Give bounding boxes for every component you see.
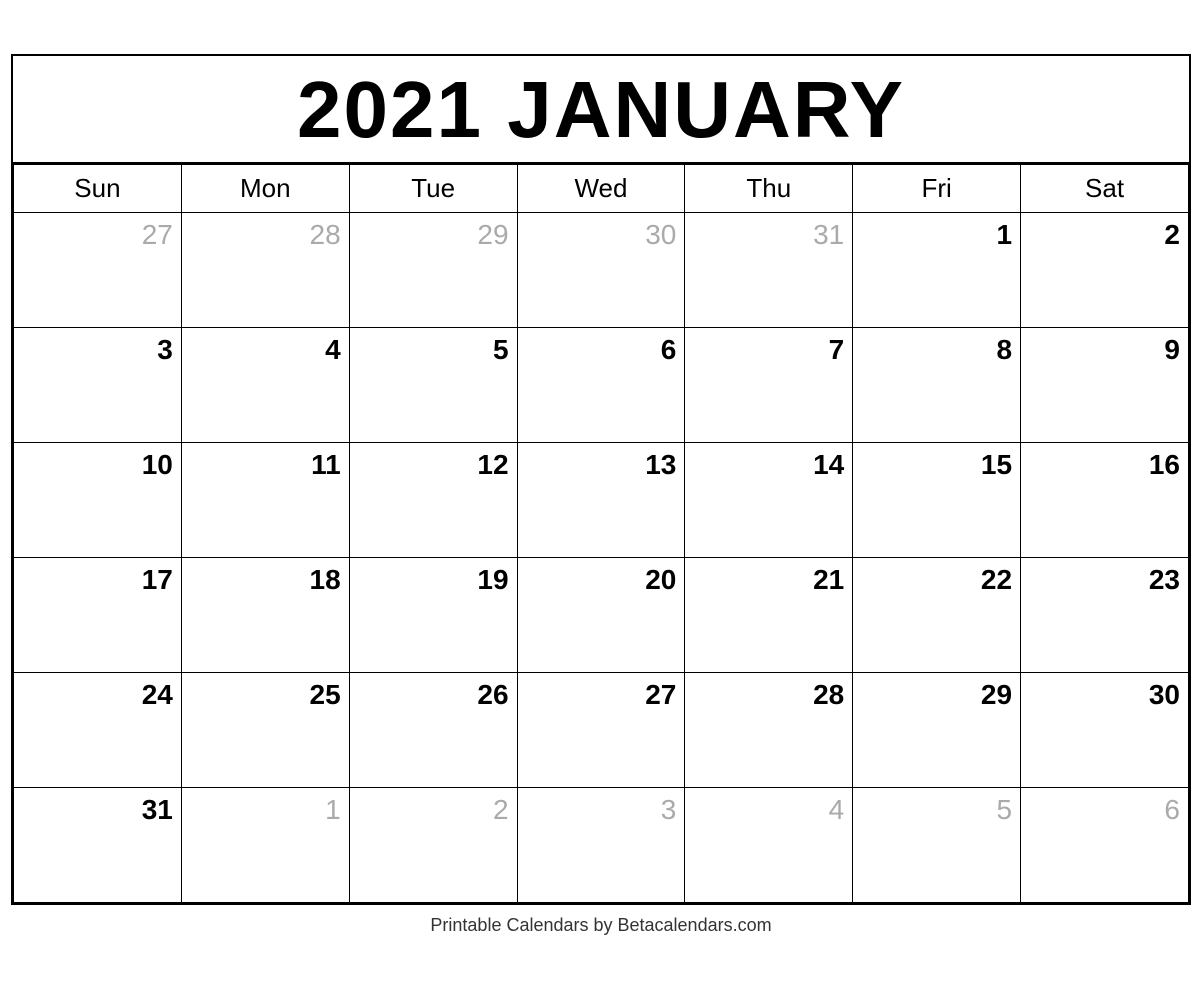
weekday-header-cell: Tue (349, 164, 517, 212)
calendar-day-cell: 21 (685, 557, 853, 672)
calendar-week-row: 17181920212223 (14, 557, 1189, 672)
calendar-day-cell: 7 (685, 327, 853, 442)
calendar-week-row: 24252627282930 (14, 672, 1189, 787)
calendar-day-cell: 10 (14, 442, 182, 557)
calendar-day-cell: 29 (853, 672, 1021, 787)
calendar-day-cell: 3 (517, 787, 685, 902)
calendar-day-cell: 13 (517, 442, 685, 557)
calendar-day-cell: 31 (14, 787, 182, 902)
calendar-day-cell: 20 (517, 557, 685, 672)
calendar-day-cell: 5 (349, 327, 517, 442)
calendar-day-cell: 8 (853, 327, 1021, 442)
calendar-day-cell: 1 (853, 212, 1021, 327)
calendar-day-cell: 23 (1021, 557, 1189, 672)
calendar-day-cell: 14 (685, 442, 853, 557)
weekday-header-cell: Fri (853, 164, 1021, 212)
calendar-body: 2728293031123456789101112131415161718192… (14, 212, 1189, 902)
calendar-container: 2021 JANUARY SunMonTueWedThuFriSat 27282… (11, 54, 1191, 905)
footer-text: Printable Calendars by Betacalendars.com (430, 905, 771, 942)
calendar-day-cell: 18 (181, 557, 349, 672)
weekday-header-cell: Sat (1021, 164, 1189, 212)
calendar-day-cell: 30 (517, 212, 685, 327)
calendar-day-cell: 17 (14, 557, 182, 672)
calendar-day-cell: 6 (1021, 787, 1189, 902)
calendar-grid: SunMonTueWedThuFriSat 272829303112345678… (13, 164, 1189, 903)
weekday-header-cell: Thu (685, 164, 853, 212)
calendar-day-cell: 15 (853, 442, 1021, 557)
calendar-week-row: 31123456 (14, 787, 1189, 902)
weekday-header-row: SunMonTueWedThuFriSat (14, 164, 1189, 212)
weekday-header-cell: Wed (517, 164, 685, 212)
calendar-day-cell: 2 (349, 787, 517, 902)
calendar-day-cell: 28 (181, 212, 349, 327)
calendar-week-row: 10111213141516 (14, 442, 1189, 557)
calendar-day-cell: 16 (1021, 442, 1189, 557)
calendar-day-cell: 22 (853, 557, 1021, 672)
calendar-day-cell: 4 (181, 327, 349, 442)
calendar-day-cell: 27 (14, 212, 182, 327)
calendar-day-cell: 11 (181, 442, 349, 557)
weekday-header-cell: Sun (14, 164, 182, 212)
calendar-day-cell: 28 (685, 672, 853, 787)
calendar-day-cell: 12 (349, 442, 517, 557)
calendar-day-cell: 5 (853, 787, 1021, 902)
calendar-day-cell: 2 (1021, 212, 1189, 327)
calendar-day-cell: 9 (1021, 327, 1189, 442)
calendar-week-row: 3456789 (14, 327, 1189, 442)
calendar-week-row: 272829303112 (14, 212, 1189, 327)
calendar-day-cell: 6 (517, 327, 685, 442)
calendar-day-cell: 31 (685, 212, 853, 327)
weekday-header-cell: Mon (181, 164, 349, 212)
calendar-day-cell: 3 (14, 327, 182, 442)
calendar-day-cell: 29 (349, 212, 517, 327)
calendar-day-cell: 1 (181, 787, 349, 902)
calendar-day-cell: 26 (349, 672, 517, 787)
calendar-day-cell: 24 (14, 672, 182, 787)
calendar-day-cell: 30 (1021, 672, 1189, 787)
calendar-day-cell: 27 (517, 672, 685, 787)
calendar-title: 2021 JANUARY (13, 56, 1189, 164)
calendar-day-cell: 25 (181, 672, 349, 787)
calendar-day-cell: 19 (349, 557, 517, 672)
calendar-day-cell: 4 (685, 787, 853, 902)
